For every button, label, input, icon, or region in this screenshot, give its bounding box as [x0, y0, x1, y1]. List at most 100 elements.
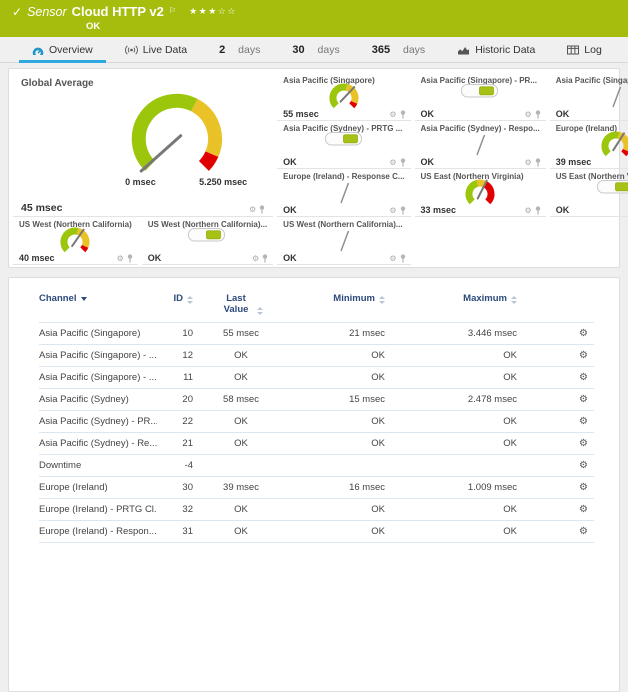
channel-name-link[interactable]: Asia Pacific (Singapore)	[39, 328, 140, 339]
channel-name-link[interactable]: Asia Pacific (Sydney)	[39, 394, 129, 405]
channel-name-link[interactable]: Downtime	[39, 460, 81, 471]
channel-settings-icon[interactable]: ⚙	[579, 416, 588, 427]
channel-tile[interactable]: Asia Pacific (Sydney) - PRTG ...OK⚙	[277, 121, 410, 169]
table-row[interactable]: Europe (Ireland) - PRTG Cl...32OKOKOK⚙	[39, 499, 594, 521]
star-empty-icon[interactable]: ☆	[227, 6, 237, 16]
pin-icon[interactable]	[535, 206, 541, 215]
channel-name-link[interactable]: Asia Pacific (Sydney) - Re...	[39, 438, 157, 449]
table-row[interactable]: Asia Pacific (Singapore) - ...11OKOKOK⚙	[39, 367, 594, 389]
column-header-label[interactable]: ID	[174, 293, 184, 304]
gear-icon[interactable]: ⚙	[389, 111, 396, 119]
channel-settings-icon[interactable]: ⚙	[579, 438, 588, 449]
channel-tile[interactable]: Asia Pacific (Singapore) - PR...OK⚙	[415, 73, 546, 121]
pin-icon[interactable]	[262, 254, 268, 263]
tab-overview[interactable]: Overview	[16, 37, 109, 62]
channel-settings-icon[interactable]: ⚙	[579, 526, 588, 537]
table-row[interactable]: Asia Pacific (Singapore)1055 msec21 msec…	[39, 323, 594, 345]
pin-icon[interactable]	[400, 254, 406, 263]
channel-tile[interactable]: US West (Northern California)...OK⚙	[277, 217, 410, 265]
gear-icon[interactable]: ⚙	[252, 255, 259, 263]
pin-icon[interactable]	[535, 158, 541, 167]
channel-name-link[interactable]: Asia Pacific (Singapore) - ...	[39, 372, 157, 383]
channel-tile[interactable]: US East (Northern Virginia)33 msec⚙	[415, 169, 546, 217]
sort-icon[interactable]	[379, 296, 385, 304]
channel-tile[interactable]: US West (Northern California)40 msec⚙	[13, 217, 138, 265]
channel-name-link[interactable]: Asia Pacific (Singapore) - ...	[39, 350, 157, 361]
global-average-tile[interactable]: Global Average 0 msec 5.250 msec 45 msec…	[13, 73, 273, 217]
star-filled-icon[interactable]: ★	[208, 6, 218, 16]
channel-tile[interactable]: Asia Pacific (Sydney) - Respo...OK⚙	[415, 121, 546, 169]
channel-settings-icon[interactable]: ⚙	[579, 394, 588, 405]
column-header-label[interactable]: Maximum	[463, 293, 507, 304]
table-row[interactable]: Downtime-4⚙	[39, 455, 594, 477]
channel-value: OK	[421, 109, 435, 119]
pin-icon[interactable]	[535, 110, 541, 119]
channel-tile[interactable]: US East (Northern Virginia) - ...OK⚙	[550, 169, 628, 217]
channel-settings-icon[interactable]: ⚙	[579, 482, 588, 493]
column-header-id[interactable]: ID	[157, 291, 193, 323]
gear-icon[interactable]: ⚙	[249, 206, 256, 214]
table-row[interactable]: Asia Pacific (Singapore) - ...12OKOKOK⚙	[39, 345, 594, 367]
table-row[interactable]: Asia Pacific (Sydney) - Re...21OKOKOK⚙	[39, 433, 594, 455]
channel-settings-icon[interactable]: ⚙	[579, 350, 588, 361]
channel-tile[interactable]: Europe (Ireland) - Response C...OK⚙	[277, 169, 410, 217]
channel-name-link[interactable]: Europe (Ireland)	[39, 482, 108, 493]
gear-icon[interactable]: ⚙	[389, 159, 396, 167]
channel-tile[interactable]: Asia Pacific (Singapore) - Res...OK⚙	[550, 73, 628, 121]
tab-label: days	[238, 44, 260, 56]
gear-icon[interactable]: ⚙	[117, 255, 124, 263]
tab-30-days[interactable]: 30 days	[276, 37, 355, 62]
priority-stars[interactable]: ★★★☆☆	[189, 4, 237, 18]
tab-2-days[interactable]: 2 days	[203, 37, 276, 62]
channel-settings-icon[interactable]: ⚙	[579, 460, 588, 471]
column-header-minimum[interactable]: Minimum	[289, 291, 385, 323]
tab-365-days[interactable]: 365 days	[356, 37, 441, 62]
pin-icon[interactable]	[400, 206, 406, 215]
channel-last-value: OK	[193, 499, 289, 521]
channel-name-link[interactable]: Asia Pacific (Sydney) - PR...	[39, 416, 157, 427]
table-row[interactable]: Europe (Ireland)3039 msec16 msec1.009 ms…	[39, 477, 594, 499]
column-header-channel[interactable]: Channel	[39, 291, 157, 323]
channel-maximum: 3.446 msec	[385, 323, 517, 345]
channel-name-link[interactable]: Europe (Ireland) - PRTG Cl...	[39, 504, 157, 515]
sort-icon[interactable]	[511, 296, 517, 304]
sort-icon[interactable]	[257, 307, 263, 315]
pin-icon[interactable]	[127, 254, 133, 263]
column-header-label[interactable]: Channel	[39, 293, 76, 304]
star-filled-icon[interactable]: ★	[189, 6, 199, 16]
column-header-maximum[interactable]: Maximum	[385, 291, 517, 323]
gear-icon[interactable]: ⚙	[389, 255, 396, 263]
table-row[interactable]: Asia Pacific (Sydney) - PR...22OKOKOK⚙	[39, 411, 594, 433]
tab-settings[interactable]: ⚙Settings	[618, 37, 628, 62]
column-header-label[interactable]: Last Value	[219, 293, 253, 315]
sort-icon[interactable]	[187, 296, 193, 304]
channel-tile[interactable]: Asia Pacific (Singapore)55 msec⚙	[277, 73, 410, 121]
channel-maximum: 1.009 msec	[385, 477, 517, 499]
channel-id: 10	[157, 323, 193, 345]
column-header-last-value[interactable]: Last Value	[193, 291, 289, 323]
tab-label: Historic Data	[475, 44, 535, 56]
column-header-label[interactable]: Minimum	[333, 293, 375, 304]
sort-desc-icon[interactable]	[81, 297, 87, 301]
star-empty-icon[interactable]: ☆	[218, 6, 228, 16]
pin-icon[interactable]	[400, 158, 406, 167]
pin-icon[interactable]	[400, 110, 406, 119]
gear-icon[interactable]: ⚙	[525, 207, 532, 215]
priority-flag-icon[interactable]: ⚐	[169, 4, 176, 18]
tab-historic-data[interactable]: Historic Data	[441, 37, 551, 62]
gear-icon[interactable]: ⚙	[525, 159, 532, 167]
star-filled-icon[interactable]: ★	[199, 6, 209, 16]
channel-name-link[interactable]: Europe (Ireland) - Respon...	[39, 526, 157, 537]
gear-icon[interactable]: ⚙	[525, 111, 532, 119]
table-row[interactable]: Asia Pacific (Sydney)2058 msec15 msec2.4…	[39, 389, 594, 411]
gear-icon[interactable]: ⚙	[389, 207, 396, 215]
channel-tile[interactable]: Europe (Ireland)39 msec⚙	[550, 121, 628, 169]
channel-tile[interactable]: US West (Northern California)...OK⚙	[142, 217, 273, 265]
table-row[interactable]: Europe (Ireland) - Respon...31OKOKOK⚙	[39, 521, 594, 543]
tab-live-data[interactable]: Live Data	[109, 37, 203, 62]
pin-icon[interactable]	[259, 205, 265, 214]
channel-settings-icon[interactable]: ⚙	[579, 328, 588, 339]
channel-settings-icon[interactable]: ⚙	[579, 372, 588, 383]
channel-settings-icon[interactable]: ⚙	[579, 504, 588, 515]
tab-log[interactable]: Log	[551, 37, 618, 62]
